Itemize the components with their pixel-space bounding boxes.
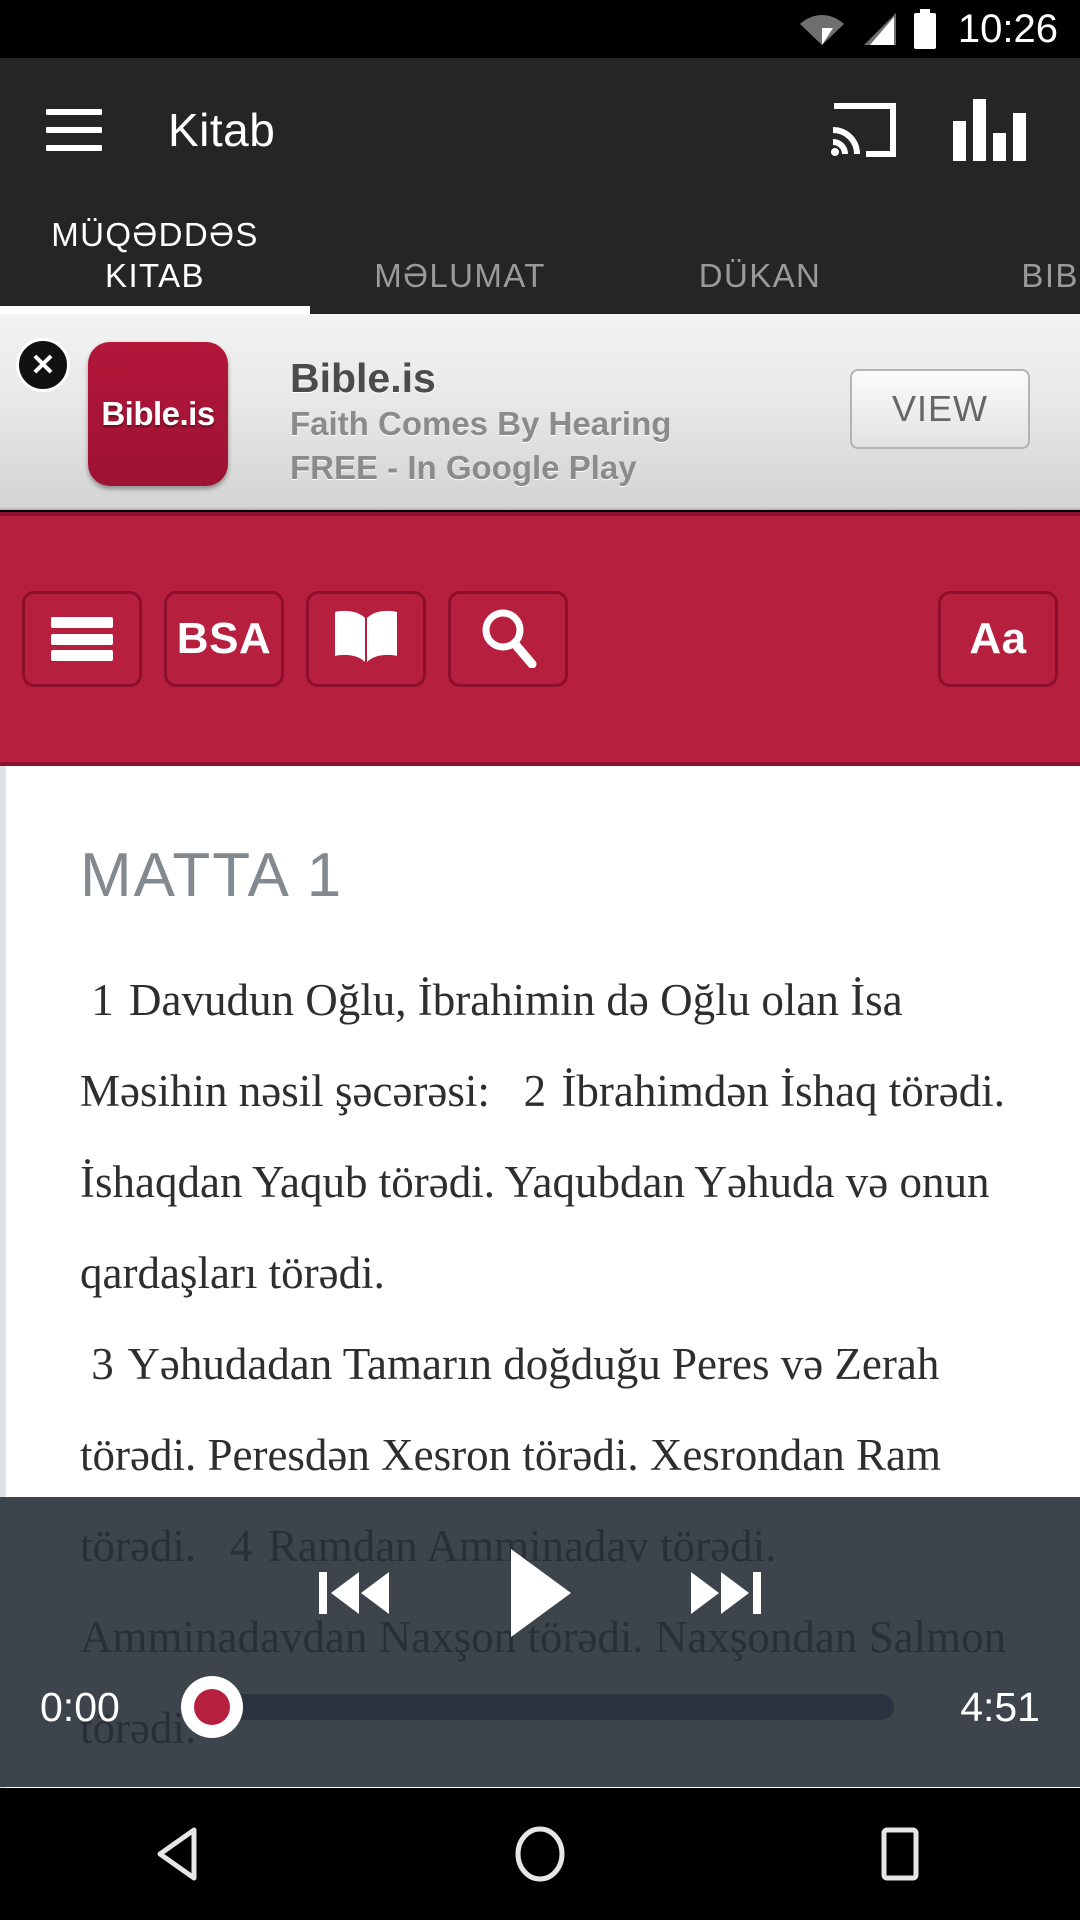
ad-text-block: Bible.is Faith Comes By Hearing FREE - I…: [290, 354, 671, 490]
audio-player: 0:00 4:51: [0, 1497, 1080, 1787]
recents-square-icon[interactable]: [810, 1788, 990, 1920]
status-bar: 10:26: [0, 0, 1080, 58]
tab-bar: MÜQƏDDƏS KITAB MƏLUMAT DÜKAN BIBL: [0, 202, 1080, 314]
signal-icon: [858, 11, 898, 47]
total-time-label: 4:51: [960, 1683, 1040, 1730]
skip-next-icon[interactable]: [683, 1550, 769, 1636]
ad-banner[interactable]: ✕ Bible.is Bible.is Faith Comes By Heari…: [0, 314, 1080, 510]
close-icon[interactable]: ✕: [16, 338, 70, 392]
chapter-title: MATTA 1: [80, 841, 344, 910]
tab-active-indicator: [0, 306, 310, 314]
bible-version-button[interactable]: BSA: [164, 591, 284, 687]
font-size-button[interactable]: Aa: [938, 591, 1058, 687]
android-navigation-bar: [0, 1788, 1080, 1920]
app-bar: Kitab: [0, 58, 1080, 202]
skip-previous-icon[interactable]: [311, 1550, 397, 1636]
status-clock: 10:26: [957, 6, 1058, 51]
ad-price-line: FREE - In Google Play: [290, 449, 637, 486]
search-icon: [477, 606, 539, 673]
reader-menu-button[interactable]: [22, 591, 142, 687]
verse-paragraph-1: 1 Davudun Oğlu, İbrahimin də Oğlu olan İ…: [80, 955, 1022, 1319]
equalizer-icon[interactable]: [953, 99, 1026, 161]
current-time-label: 0:00: [40, 1683, 120, 1730]
hamburger-menu-icon: [51, 617, 113, 661]
ad-app-logo: Bible.is: [88, 342, 228, 486]
wifi-icon: [799, 11, 844, 47]
verse-number: 2: [523, 1066, 547, 1116]
app-title: Kitab: [168, 104, 276, 156]
play-icon[interactable]: [501, 1543, 579, 1643]
search-button[interactable]: [448, 591, 568, 687]
open-book-icon: [331, 608, 401, 671]
cast-icon[interactable]: [831, 100, 899, 160]
seek-track[interactable]: [181, 1676, 894, 1738]
player-transport-controls: [0, 1543, 1080, 1643]
player-seek-bar: 0:00 4:51: [0, 1667, 1080, 1747]
verse-number: 3: [91, 1339, 114, 1389]
seek-track-fill: [186, 1694, 894, 1720]
tab-bible[interactable]: BIBL: [910, 255, 1080, 314]
ad-logo-text: Bible.is: [101, 395, 215, 432]
home-circle-icon[interactable]: [450, 1788, 630, 1920]
battery-icon: [912, 9, 938, 49]
hamburger-menu-icon[interactable]: [46, 109, 102, 151]
book-chapter-button[interactable]: [306, 591, 426, 687]
verse-number: 1: [91, 975, 114, 1025]
ad-subtitle: Faith Comes By Hearing: [290, 405, 672, 442]
ad-title: Bible.is: [290, 355, 436, 401]
tab-muqeddes-kitab[interactable]: MÜQƏDDƏS KITAB: [0, 214, 310, 314]
tab-melumat[interactable]: MƏLUMAT: [310, 255, 610, 314]
ad-view-button[interactable]: VIEW: [850, 369, 1030, 449]
app-bar-actions: [831, 99, 1080, 161]
back-triangle-icon[interactable]: [90, 1788, 270, 1920]
tab-dukan[interactable]: DÜKAN: [610, 255, 910, 314]
reader-toolbar: BSA Aa: [0, 512, 1080, 766]
seek-thumb[interactable]: [181, 1676, 243, 1738]
